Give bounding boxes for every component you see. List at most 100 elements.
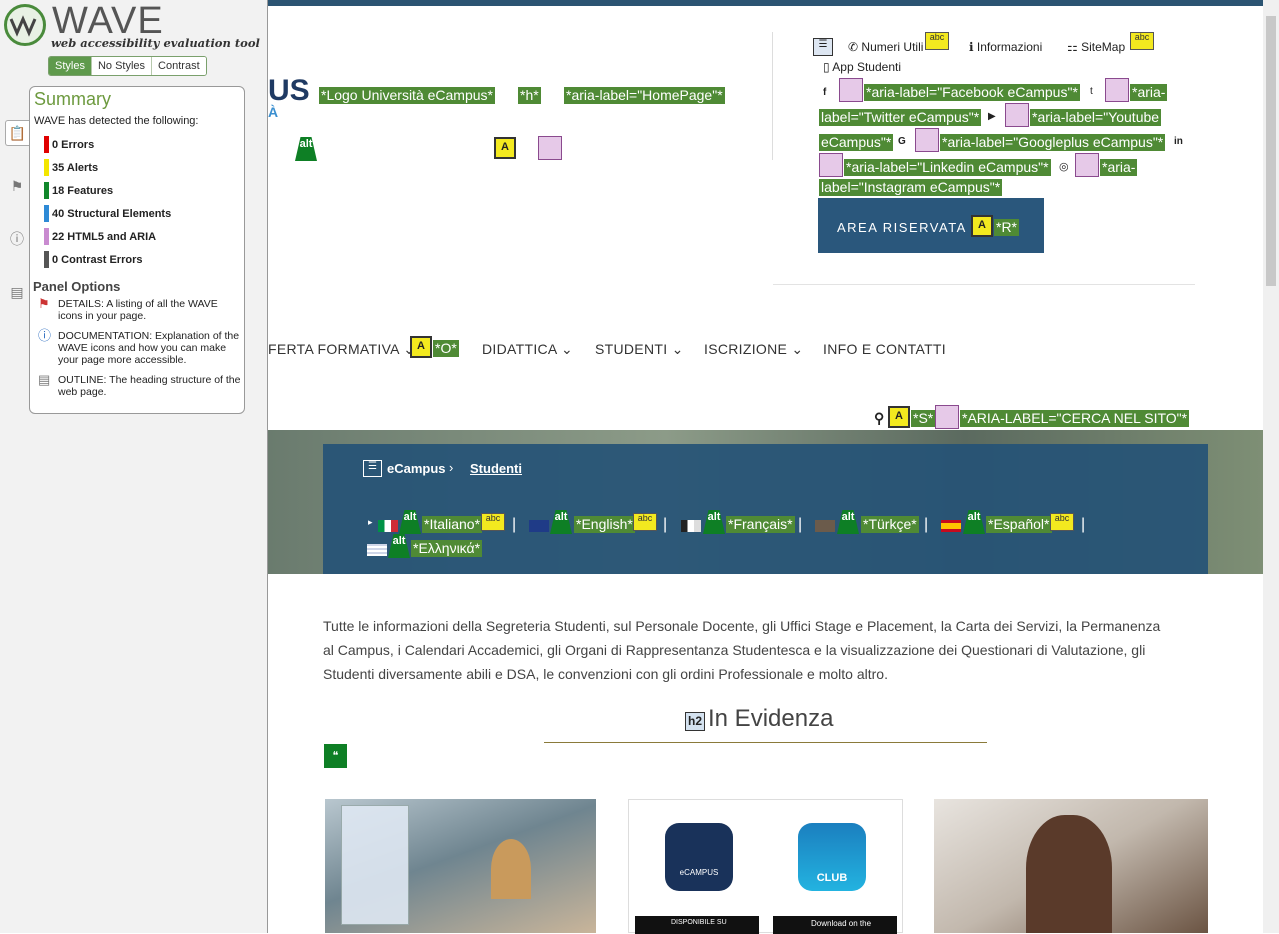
chevron-down-icon: ⌄	[671, 341, 684, 357]
list-icon: ☰	[813, 38, 833, 56]
option-outline[interactable]: ▤ OUTLINE: The heading structure of the w…	[38, 372, 244, 398]
informazioni-link[interactable]: ℹ Informazioni	[969, 40, 1042, 54]
lang-turkce[interactable]: *Türkçe*	[861, 516, 919, 533]
ecampus-app-icon[interactable]: eCAMPUS	[665, 823, 733, 891]
document-icon: ▤	[38, 372, 51, 387]
lang-separator: |	[512, 516, 517, 533]
lang-english[interactable]: *English*	[574, 516, 635, 533]
card-image-desk[interactable]	[325, 799, 596, 933]
clipboard-icon[interactable]: 📋	[5, 120, 29, 146]
access-key-icon: A	[888, 406, 910, 428]
area-riservata-label: AREA RISERVATA	[837, 220, 967, 235]
italian-flag-icon	[378, 520, 398, 532]
card-apps[interactable]: eCAMPUS CLUB DISPONIBILE SU Download on …	[628, 799, 903, 934]
instagram-icon[interactable]: ◎	[1059, 160, 1069, 173]
alt-icon: alt	[399, 510, 421, 534]
section-heading: In Evidenza	[708, 705, 834, 732]
twitter-icon[interactable]: t	[1090, 86, 1093, 97]
nav-didattica[interactable]: DIDATTICA ⌄	[482, 341, 573, 358]
heading-label: *h*	[518, 87, 541, 104]
breadcrumb-home[interactable]: eCampus	[387, 461, 446, 476]
linkedin-icon[interactable]: in	[1174, 136, 1183, 147]
tab-contrast[interactable]: Contrast	[152, 57, 206, 75]
wave-sidebar: WAVE web accessibility evaluation tool S…	[0, 0, 268, 933]
tab-styles[interactable]: Styles	[49, 57, 92, 75]
student-image	[1026, 815, 1112, 933]
facebook-aria-label: *aria-label="Facebook eCampus"*	[864, 84, 1080, 101]
lang-separator: |	[1081, 516, 1086, 533]
aria-tag-icon	[819, 153, 843, 177]
lang-ellinika[interactable]: *Ελληνικά*	[411, 540, 483, 557]
intro-paragraph: Tutte le informazioni della Segreteria S…	[323, 618, 1161, 682]
google-play-badge[interactable]: DISPONIBILE SU	[635, 916, 759, 934]
greek-flag-icon	[367, 544, 387, 556]
area-riservata-button[interactable]: AREA RISERVATA A *R*	[818, 198, 1044, 253]
mobile-icon: ▯	[823, 60, 830, 74]
wave-style-tabs: Styles No Styles Contrast	[48, 56, 207, 76]
breadcrumb-current[interactable]: Studenti	[470, 461, 522, 476]
nav-offerta-formativa[interactable]: FERTA FORMATIVA ⌄	[268, 341, 415, 358]
turkish-flag-icon	[815, 520, 835, 532]
french-flag-icon	[681, 520, 701, 532]
app-studenti-link[interactable]: ▯ App Studenti	[823, 60, 901, 74]
chevron-down-icon: ⌄	[560, 341, 574, 357]
info-icon[interactable]: ⓘ	[5, 226, 29, 252]
info-icon: ⓘ	[38, 328, 52, 343]
googleplus-icon[interactable]: G	[898, 136, 906, 147]
stat-errors[interactable]: 0 Errors	[44, 133, 244, 156]
summary-panel: Summary WAVE has detected the following:…	[29, 86, 245, 414]
app-store-badge[interactable]: Download on the	[773, 916, 897, 934]
alt-icon: alt	[837, 510, 859, 534]
nav-studenti[interactable]: STUDENTI ⌄	[595, 341, 684, 358]
nav-info-contatti[interactable]: INFO E CONTATTI	[823, 341, 946, 357]
structural-color-icon	[44, 205, 49, 222]
access-key-icon: A	[494, 137, 516, 159]
lang-separator: |	[924, 516, 929, 533]
aria-tag-icon	[935, 405, 959, 429]
document-icon[interactable]: ▤	[5, 279, 29, 305]
instagram-aria-label-a: *aria-	[1100, 159, 1138, 176]
flag-icon: ⚑	[38, 296, 50, 311]
tab-no-styles[interactable]: No Styles	[91, 57, 153, 75]
youtube-icon[interactable]: ▶	[988, 111, 996, 122]
option-details[interactable]: ⚑ DETAILS: A listing of all the WAVE icon…	[38, 296, 244, 322]
lang-separator: |	[798, 516, 803, 533]
breadcrumb-separator-icon: ›	[449, 460, 454, 475]
flag-icon[interactable]: ⚑	[5, 173, 29, 199]
phone-icon: ✆	[848, 40, 859, 54]
alt-icon: alt	[703, 510, 725, 534]
aria-tag-icon	[538, 136, 562, 160]
wave-logo-icon	[4, 4, 46, 46]
logo-alt-label: *Logo Università eCampus*	[319, 87, 495, 104]
option-documentation[interactable]: ⓘ DOCUMENTATION: Explanation of the WAVE …	[38, 328, 244, 366]
stat-alerts[interactable]: 35 Alerts	[44, 156, 244, 179]
aria-tag-icon	[839, 78, 863, 102]
brochure-image	[341, 805, 409, 925]
header-rule	[773, 284, 1195, 285]
features-color-icon	[44, 182, 49, 199]
nav-iscrizione[interactable]: ISCRIZIONE ⌄	[704, 341, 803, 358]
linkedin-aria-label: *aria-label="Linkedin eCampus"*	[844, 159, 1051, 176]
stats-list: 0 Errors 35 Alerts 18 Features 40 Struct…	[30, 133, 244, 271]
facebook-icon[interactable]: f	[823, 87, 826, 98]
club-app-icon[interactable]: CLUB	[798, 823, 866, 891]
sitemap-link[interactable]: ⚏ SiteMap	[1067, 40, 1125, 54]
aria-tag-icon	[1075, 153, 1099, 177]
lang-espanol[interactable]: *Español*	[986, 516, 1052, 533]
lang-italiano[interactable]: *Italiano*	[422, 516, 483, 533]
chevron-down-icon: ⌄	[791, 341, 804, 357]
stat-features[interactable]: 18 Features	[44, 179, 244, 202]
logo-fragment[interactable]: US	[268, 74, 310, 108]
scrollbar-thumb[interactable]	[1266, 16, 1276, 286]
stat-structural[interactable]: 40 Structural Elements	[44, 202, 244, 225]
search-icon[interactable]: ⚲	[874, 410, 884, 427]
stat-contrast[interactable]: 0 Contrast Errors	[44, 248, 244, 271]
access-key-s-label: *S*	[911, 410, 936, 427]
card-image-student[interactable]	[934, 799, 1208, 933]
sitemap-icon: ⚏	[1067, 40, 1078, 54]
panel-options-heading: Panel Options	[33, 279, 121, 294]
lang-francais[interactable]: *Français*	[726, 516, 795, 533]
numeri-utili-link[interactable]: ✆ Numeri Utili	[848, 40, 923, 54]
aria-tag-icon	[1105, 78, 1129, 102]
stat-aria[interactable]: 22 HTML5 and ARIA	[44, 225, 244, 248]
